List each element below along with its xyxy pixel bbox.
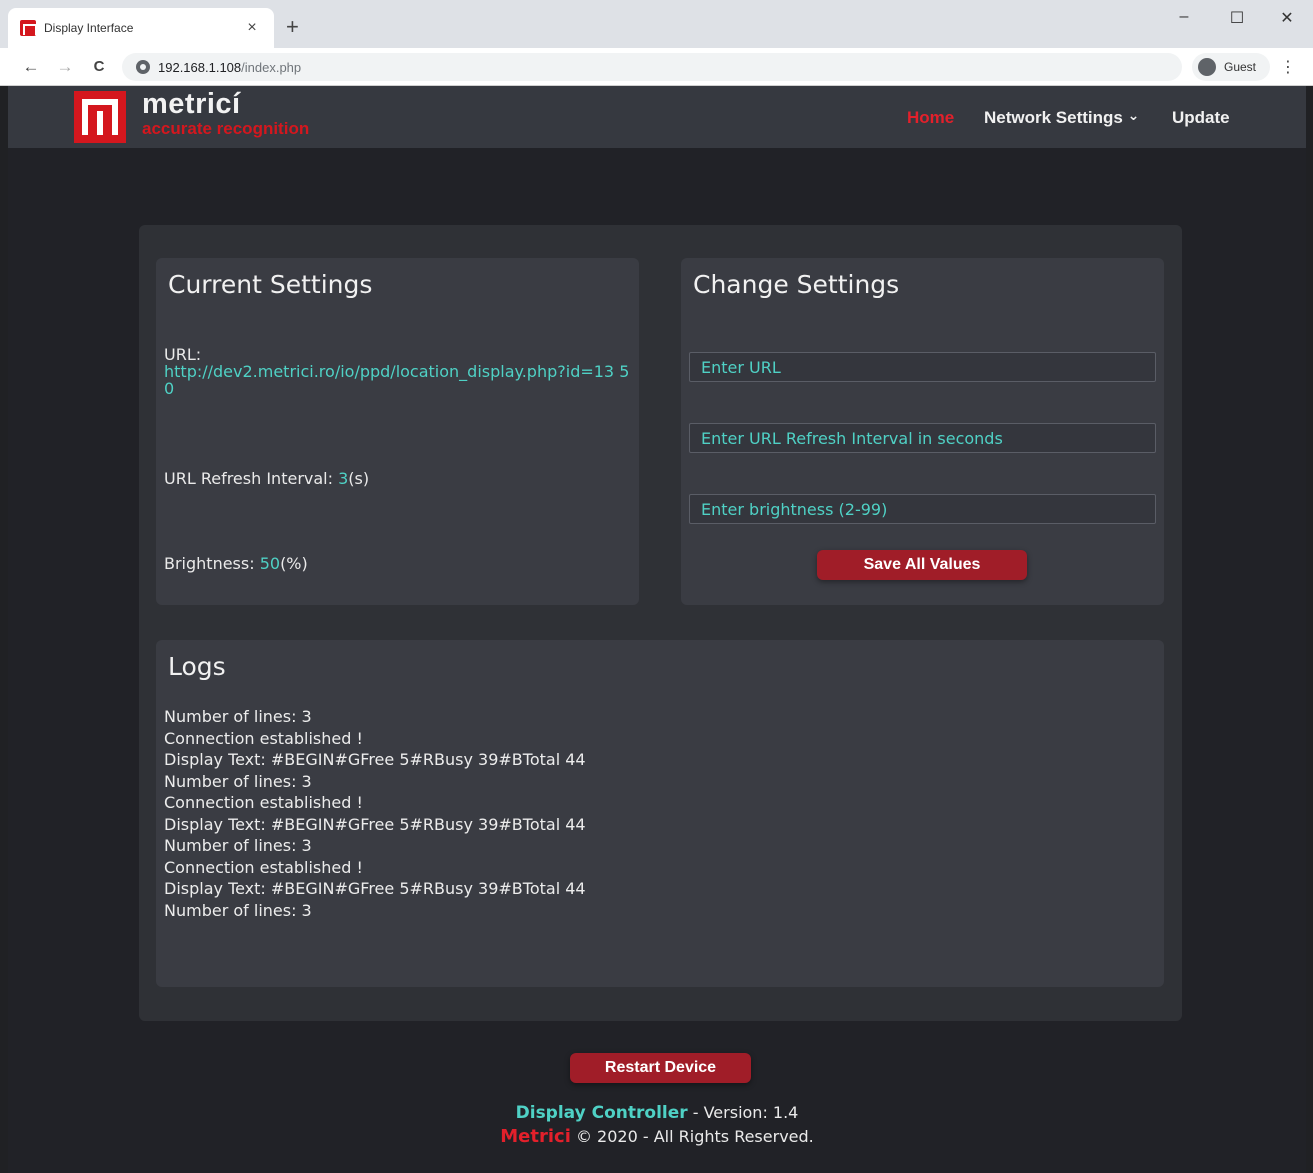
minimize-icon[interactable]: – — [1161, 8, 1207, 26]
browser-menu-icon[interactable]: ⋮ — [1280, 57, 1296, 77]
log-line: Number of lines: 3 — [164, 707, 312, 726]
url-setting: URL: http://dev2.metrici.ro/io/ppd/locat… — [164, 346, 632, 397]
footer-app-name: Display Controller — [515, 1103, 688, 1123]
brightness-label: Brightness: — [164, 554, 260, 573]
page-content: metricí accurate recognition Home Networ… — [8, 86, 1306, 1173]
refresh-setting: URL Refresh Interval: 3(s) — [164, 470, 369, 487]
footer-version: - Version: 1.4 — [687, 1103, 799, 1122]
current-settings-title: Current Settings — [168, 270, 373, 299]
refresh-value: 3 — [338, 469, 349, 488]
brightness-input[interactable] — [689, 494, 1156, 524]
footer-company: Metrici — [500, 1126, 571, 1147]
site-navbar: metricí accurate recognition Home Networ… — [8, 86, 1306, 148]
nav-home-link[interactable]: Home — [907, 108, 954, 128]
refresh-unit: (s) — [348, 469, 370, 488]
change-settings-card: Change Settings Save All Values — [681, 258, 1164, 605]
address-host: 192.168.1.108 — [158, 59, 242, 75]
url-value: http://dev2.metrici.ro/io/ppd/location_d… — [164, 362, 630, 398]
footer-copyright: © 2020 - All Rights Reserved. — [570, 1127, 814, 1146]
logs-list: Number of lines: 3 Connection establishe… — [164, 706, 586, 921]
change-settings-title: Change Settings — [693, 270, 900, 299]
log-line: Display Text: #BEGIN#GFree 5#RBusy 39#BT… — [164, 879, 586, 898]
log-line: Connection established ! — [164, 728, 363, 748]
metrici-favicon-icon — [20, 20, 37, 36]
browser-tab[interactable]: Display Interface × — [8, 8, 274, 48]
log-line: Display Text: #BEGIN#GFree 5#RBusy 39#BT… — [164, 750, 586, 769]
refresh-label: URL Refresh Interval: — [164, 469, 339, 488]
log-line: Display Text: #BEGIN#GFree 5#RBusy 39#BT… — [164, 814, 586, 834]
footer-copyright-line: Metrici © 2020 - All Rights Reserved. — [8, 1125, 1306, 1149]
profile-button[interactable]: Guest — [1192, 53, 1270, 81]
reload-icon[interactable]: C — [88, 56, 110, 78]
save-all-values-button[interactable]: Save All Values — [817, 550, 1027, 580]
maximize-icon[interactable]: ☐ — [1214, 8, 1260, 28]
main-container: Current Settings URL: http://dev2.metric… — [139, 225, 1182, 1021]
restart-device-button[interactable]: Restart Device — [570, 1053, 751, 1083]
close-window-icon[interactable]: ✕ — [1264, 8, 1310, 28]
browser-titlebar: Display Interface × + – ☐ ✕ — [0, 0, 1313, 48]
nav-update-link[interactable]: Update — [1172, 108, 1230, 128]
forward-icon[interactable]: → — [54, 56, 76, 78]
account-icon — [1198, 58, 1216, 76]
tab-close-icon[interactable]: × — [242, 19, 262, 37]
brightness-value: 50 — [259, 554, 281, 573]
logo-tagline: accurate recognition — [142, 119, 310, 138]
tab-title: Display Interface — [44, 21, 134, 35]
back-icon[interactable]: ← — [20, 56, 42, 78]
address-path: /index.php — [241, 59, 302, 75]
log-line: Number of lines: 3 — [164, 900, 312, 920]
logo-name: metricí — [142, 88, 241, 120]
browser-toolbar: ← → C 192.168.1.108/index.php Guest ⋮ — [0, 48, 1313, 86]
url-input[interactable] — [689, 352, 1156, 382]
footer: Display Controller - Version: 1.4 Metric… — [8, 1101, 1306, 1149]
log-line: Connection established ! — [164, 793, 363, 812]
new-tab-icon[interactable]: + — [286, 16, 299, 38]
nav-network-label: Network Settings — [984, 108, 1123, 127]
current-settings-card: Current Settings URL: http://dev2.metric… — [156, 258, 639, 605]
metrici-logo-icon[interactable] — [74, 91, 126, 143]
brightness-setting: Brightness: 50(%) — [164, 555, 308, 572]
footer-version-line: Display Controller - Version: 1.4 — [8, 1101, 1306, 1125]
logs-title: Logs — [168, 652, 226, 681]
logs-card: Logs Number of lines: 3 Connection estab… — [156, 640, 1164, 987]
address-bar[interactable]: 192.168.1.108/index.php — [122, 53, 1182, 81]
log-line: Connection established ! — [164, 857, 363, 877]
chevron-down-icon: ⌄ — [1127, 107, 1140, 123]
log-line: Number of lines: 3 — [164, 836, 312, 855]
site-info-icon[interactable] — [136, 60, 150, 74]
brightness-unit: (%) — [280, 554, 308, 573]
profile-label: Guest — [1224, 60, 1257, 74]
nav-network-settings-link[interactable]: Network Settings ⌄ — [984, 107, 1140, 128]
refresh-interval-input[interactable] — [689, 423, 1156, 453]
log-line: Number of lines: 3 — [164, 771, 312, 791]
